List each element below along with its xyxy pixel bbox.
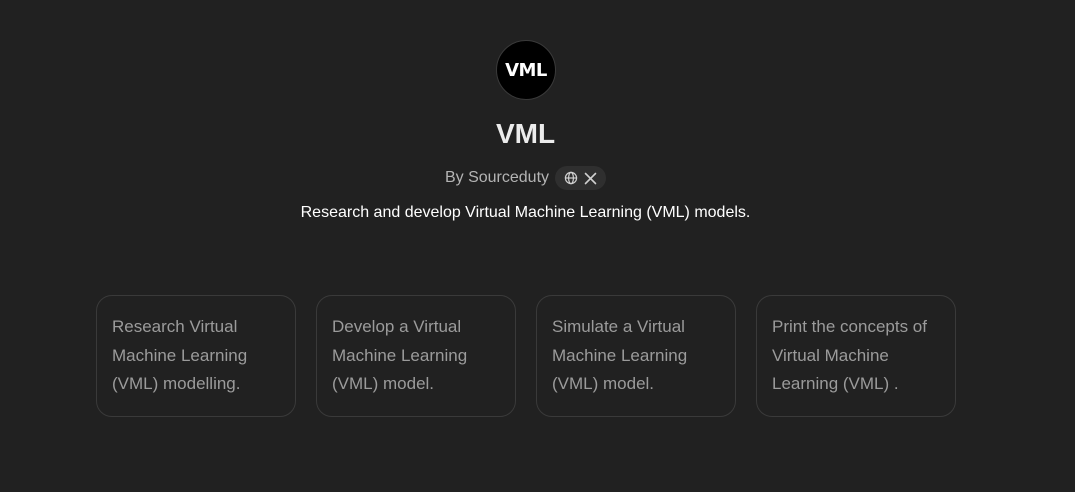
starter-card-print[interactable]: Print the concepts of Virtual Machine Le… bbox=[756, 295, 956, 417]
starter-text: Research Virtual Machine Learning (VML) … bbox=[112, 317, 248, 393]
globe-icon[interactable] bbox=[564, 171, 578, 185]
starter-card-develop[interactable]: Develop a Virtual Machine Learning (VML)… bbox=[316, 295, 516, 417]
byline: By Sourceduty bbox=[0, 165, 1051, 191]
gpt-title: VML bbox=[495, 118, 556, 149]
starter-text: Develop a Virtual Machine Learning (VML)… bbox=[332, 317, 468, 393]
starter-card-simulate[interactable]: Simulate a Virtual Machine Learning (VML… bbox=[536, 295, 736, 417]
conversation-starters: Research Virtual Machine Learning (VML) … bbox=[96, 295, 956, 417]
starter-card-research[interactable]: Research Virtual Machine Learning (VML) … bbox=[96, 295, 296, 417]
avatar: VML bbox=[496, 40, 556, 100]
x-icon[interactable] bbox=[584, 172, 597, 185]
gpt-intro: VML VML By Sourceduty Research and devel… bbox=[0, 0, 1075, 492]
starter-text: Print the concepts of Virtual Machine Le… bbox=[772, 317, 927, 393]
avatar-logo-text: VML bbox=[505, 59, 547, 81]
social-links bbox=[555, 166, 607, 190]
author-name: By Sourceduty bbox=[444, 169, 550, 186]
gpt-description: Research and develop Virtual Machine Lea… bbox=[300, 204, 751, 221]
starter-text: Simulate a Virtual Machine Learning (VML… bbox=[552, 317, 688, 393]
